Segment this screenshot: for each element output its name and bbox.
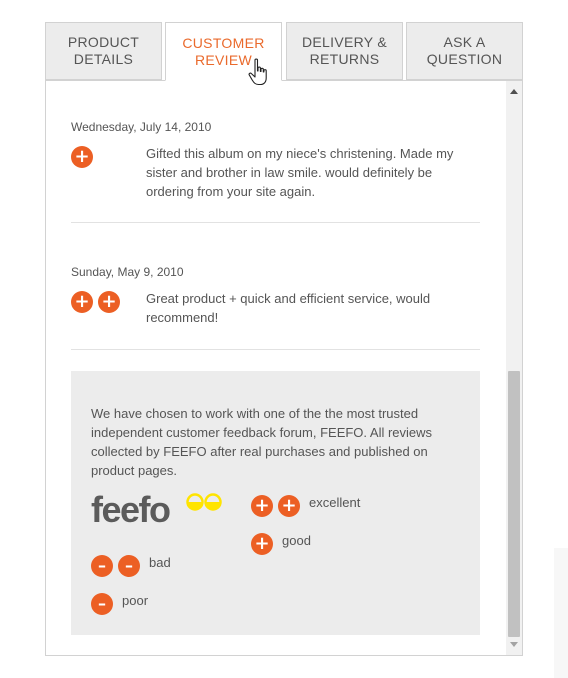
review-list: Wednesday, July 14, 2010 + Gifted this a… <box>46 81 506 655</box>
plus-icon: + <box>98 291 120 313</box>
review-item: Sunday, May 9, 2010 + + Great product + … <box>71 265 480 350</box>
tab-product-details-label: PRODUCT DETAILS <box>67 34 140 67</box>
plus-icon: + <box>71 146 93 168</box>
legend-bad: – – bad <box>91 555 171 577</box>
legend-label: excellent <box>309 494 361 510</box>
minus-icon: – <box>91 555 113 577</box>
minus-icon: – <box>118 555 140 577</box>
legend-excellent: + + excellent <box>251 495 360 517</box>
review-panel: Wednesday, July 14, 2010 + Gifted this a… <box>45 80 523 656</box>
scroll-up-arrow-icon[interactable] <box>510 89 518 94</box>
legend-label: poor <box>122 592 149 608</box>
vertical-scrollbar[interactable] <box>506 81 522 655</box>
plus-icon: + <box>278 495 300 517</box>
review-date: Sunday, May 9, 2010 <box>71 265 184 279</box>
feefo-info-box: We have chosen to work with one of the t… <box>71 371 480 635</box>
review-rating: + + <box>71 291 120 313</box>
review-item: Wednesday, July 14, 2010 + Gifted this a… <box>71 120 480 223</box>
plus-icon: + <box>71 291 93 313</box>
scroll-down-arrow-icon[interactable] <box>510 642 518 647</box>
tab-ask-a-question-label: ASK A QUESTION <box>426 34 503 67</box>
feefo-info-text: We have chosen to work with one of the t… <box>91 406 433 478</box>
review-text: Gifted this album on my niece's christen… <box>146 146 454 199</box>
plus-icon: + <box>251 495 273 517</box>
legend-poor: – poor <box>91 593 148 615</box>
legend-label: good <box>282 532 311 548</box>
tab-delivery-returns-label: DELIVERY & RETURNS <box>302 34 387 67</box>
plus-icon: + <box>251 533 273 555</box>
minus-icon: – <box>91 593 113 615</box>
legend-good: + good <box>251 533 311 555</box>
hand-cursor-icon <box>248 58 267 86</box>
scrollbar-thumb[interactable] <box>508 371 520 637</box>
review-date: Wednesday, July 14, 2010 <box>71 120 212 134</box>
feefo-logo-text: feefo <box>91 491 170 530</box>
feefo-logo: feefo <box>91 491 222 530</box>
tab-bar: PRODUCT DETAILS CUSTOMER REVIEW DELIVERY… <box>45 22 523 81</box>
review-rating: + <box>71 146 93 168</box>
tab-delivery-returns[interactable]: DELIVERY & RETURNS <box>286 22 403 80</box>
review-text: Great product + quick and efficient serv… <box>146 291 431 325</box>
tab-product-details[interactable]: PRODUCT DETAILS <box>45 22 162 80</box>
legend-label: bad <box>149 554 171 570</box>
tab-ask-a-question[interactable]: ASK A QUESTION <box>406 22 523 80</box>
page-edge-strip <box>554 548 568 678</box>
